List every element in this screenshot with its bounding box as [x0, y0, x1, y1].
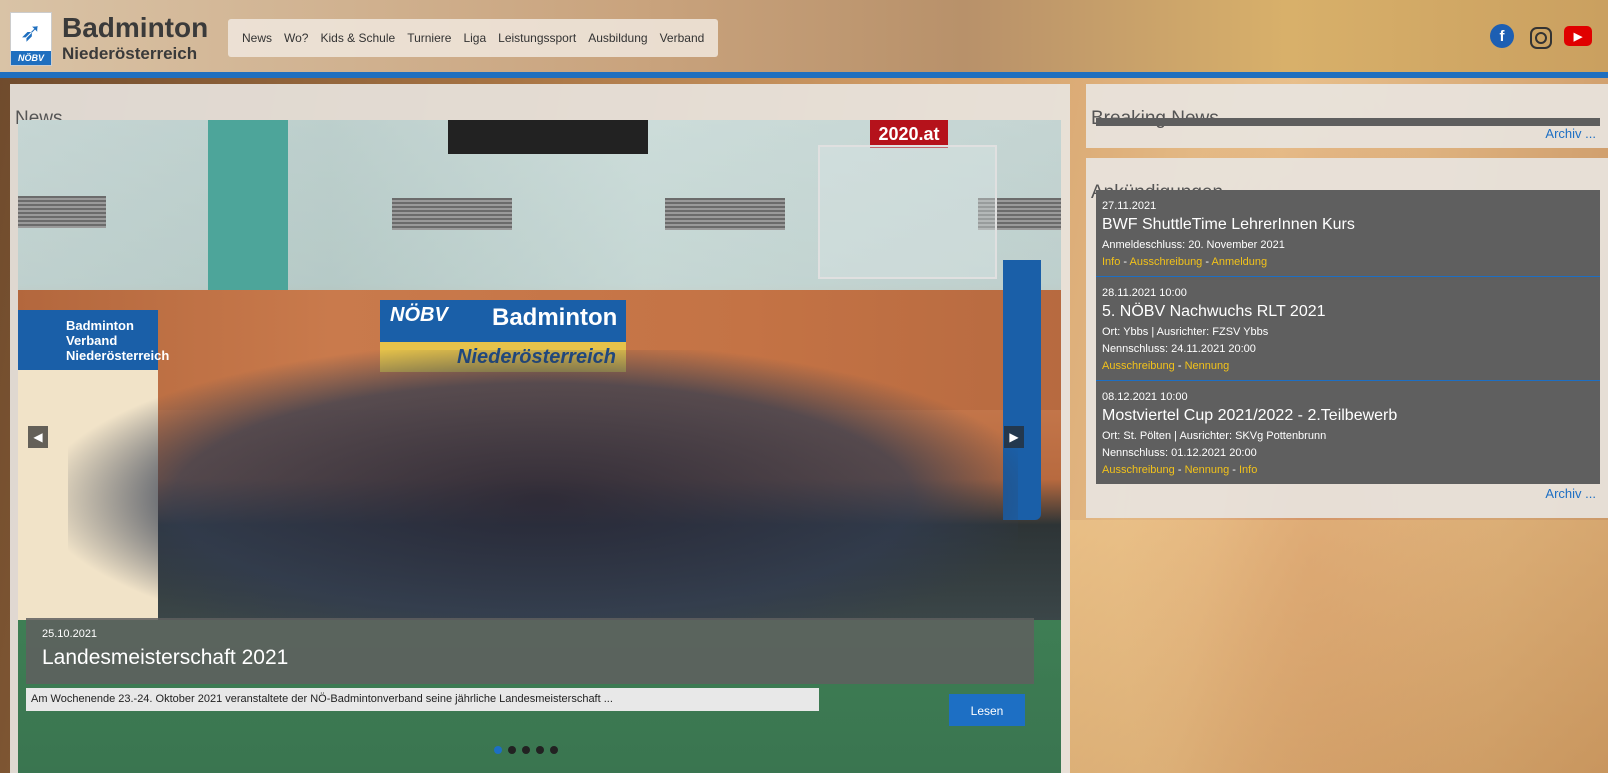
slider-next-arrow[interactable]: ▶ — [1004, 426, 1024, 448]
announcement-title[interactable]: BWF ShuttleTime LehrerInnen Kurs — [1102, 216, 1595, 234]
link-ausschreibung[interactable]: Ausschreibung — [1130, 256, 1203, 268]
announcement-title[interactable]: Mostviertel Cup 2021/2022 - 2.Teilbewerb — [1102, 407, 1595, 425]
instagram-icon[interactable] — [1530, 27, 1552, 49]
nav-item-leistungssport[interactable]: Leistungssport — [498, 31, 576, 45]
background-court — [1060, 520, 1608, 773]
slide-teaser: Am Wochenende 23.-24. Oktober 2021 veran… — [26, 688, 819, 711]
announcement-date: 28.11.2021 10:00 — [1102, 287, 1187, 299]
nav-item-liga[interactable]: Liga — [463, 31, 486, 45]
nobv-logo[interactable]: ➶ NÖBV — [10, 12, 52, 66]
nav-item-verband[interactable]: Verband — [660, 31, 705, 45]
announcement-deadline: Nennschluss: 01.12.2021 20:00 — [1102, 447, 1257, 459]
link-ausschreibung[interactable]: Ausschreibung — [1102, 360, 1175, 372]
link-info[interactable]: Info — [1239, 464, 1257, 476]
announcement-date: 08.12.2021 10:00 — [1102, 391, 1188, 403]
nav-item-kids-schule[interactable]: Kids & Schule — [320, 31, 395, 45]
announcement-detail: Ort: Ybbs | Ausrichter: FZSV Ybbs — [1102, 326, 1269, 338]
nav-item-wo[interactable]: Wo? — [284, 31, 308, 45]
announcement-links: Ausschreibung - Nennung — [1102, 360, 1230, 372]
site-header: ➶ NÖBV Badminton Niederösterreich News W… — [0, 0, 1608, 72]
announcement-item: 28.11.2021 10:00 5. NÖBV Nachwuchs RLT 2… — [1096, 277, 1600, 381]
nav-item-news[interactable]: News — [242, 31, 272, 45]
group-photo — [68, 350, 1018, 620]
youtube-icon[interactable]: ▶ — [1564, 26, 1592, 46]
shuttlecock-icon: ➶ — [20, 17, 42, 47]
announcement-detail: Ort: St. Pölten | Ausrichter: SKVg Potte… — [1102, 430, 1327, 442]
brand-subtitle[interactable]: Niederösterreich — [62, 44, 197, 64]
breaking-news-archive-link[interactable]: Archiv ... — [1545, 126, 1596, 141]
nav-item-ausbildung[interactable]: Ausbildung — [588, 31, 647, 45]
slide-title[interactable]: Landesmeisterschaft 2021 — [42, 646, 288, 670]
link-nennung[interactable]: Nennung — [1185, 464, 1230, 476]
slide-caption: 25.10.2021 Landesmeisterschaft 2021 — [26, 618, 1034, 684]
basketball-hoop — [818, 145, 997, 279]
nav-item-turniere[interactable]: Turniere — [407, 31, 451, 45]
sponsor-sign: 2020.at — [870, 120, 948, 148]
news-slider[interactable]: 2020.at NÖBV Badminton Niederösterreich … — [18, 120, 1061, 773]
slider-dot[interactable] — [508, 746, 516, 754]
link-anmeldung[interactable]: Anmeldung — [1211, 256, 1267, 268]
announcements-panel: Ankündigungen 27.11.2021 BWF ShuttleTime… — [1086, 158, 1608, 518]
announcement-deadline: Nennschluss: 24.11.2021 20:00 — [1102, 343, 1256, 355]
slider-dot[interactable] — [536, 746, 544, 754]
slider-dot[interactable] — [522, 746, 530, 754]
header-divider — [0, 72, 1608, 78]
announcement-links: Ausschreibung - Nennung - Info — [1102, 464, 1258, 476]
breaking-news-ticker — [1096, 118, 1600, 126]
news-panel: News 2020.at NÖBV Badminton Niederösterr… — [10, 84, 1070, 773]
announcements-archive-link[interactable]: Archiv ... — [1545, 486, 1596, 501]
announcement-title[interactable]: 5. NÖBV Nachwuchs RLT 2021 — [1102, 303, 1595, 321]
main-nav: News Wo? Kids & Schule Turniere Liga Lei… — [228, 19, 719, 57]
logo-tag: NÖBV — [11, 51, 51, 65]
slider-dot[interactable] — [494, 746, 502, 754]
slider-prev-arrow[interactable]: ◀ — [28, 426, 48, 448]
announcement-detail: Anmeldeschluss: 20. November 2021 — [1102, 239, 1285, 251]
breaking-news-panel: Breaking News Archiv ... — [1086, 84, 1608, 148]
brand-title[interactable]: Badminton — [62, 12, 208, 44]
read-more-button[interactable]: Lesen — [949, 694, 1025, 726]
announcement-item: 27.11.2021 BWF ShuttleTime LehrerInnen K… — [1096, 190, 1600, 277]
facebook-icon[interactable]: f — [1490, 24, 1514, 48]
link-nennung[interactable]: Nennung — [1185, 360, 1230, 372]
link-ausschreibung[interactable]: Ausschreibung — [1102, 464, 1175, 476]
slider-dots — [494, 746, 558, 754]
announcement-date: 27.11.2021 — [1102, 200, 1157, 212]
link-info[interactable]: Info — [1102, 256, 1120, 268]
announcement-links: Info - Ausschreibung - Anmeldung — [1102, 256, 1268, 268]
slider-dot[interactable] — [550, 746, 558, 754]
scoreboard — [448, 120, 648, 154]
slide-date: 25.10.2021 — [42, 628, 98, 640]
announcements-list: 27.11.2021 BWF ShuttleTime LehrerInnen K… — [1096, 190, 1600, 484]
announcement-item: 08.12.2021 10:00 Mostviertel Cup 2021/20… — [1096, 381, 1600, 484]
